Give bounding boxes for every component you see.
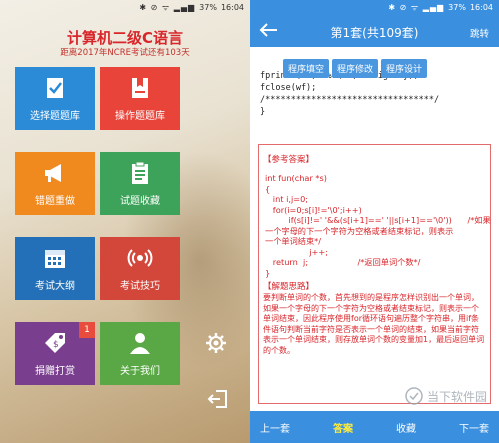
tile-label: 选择题题库	[30, 111, 80, 122]
code-line: for(i=0;s[i]!='\0';i++)	[265, 204, 362, 215]
code-line: 一个字母的下一个字符为空格或者结束标记，则表示	[265, 225, 454, 236]
watermark-text: 当下软件园	[426, 389, 487, 404]
tile-label: 错题重做	[35, 196, 75, 207]
check-book-icon	[42, 75, 68, 101]
code-line: /*********************************/	[260, 95, 440, 105]
battery-level: 37%	[199, 2, 217, 12]
status-bar: ✱ ⊘ ᯤ ▂▄▆ 37% 16:04	[0, 0, 250, 14]
set-title: 第1套(共109套)	[330, 26, 419, 40]
svg-text:$: $	[53, 340, 59, 350]
notification-badge: 1	[79, 322, 95, 338]
bookmark-book-icon	[127, 75, 153, 101]
question-type-tabs: 程序填空 程序修改 程序设计	[283, 59, 428, 78]
tile-wrong-redo[interactable]: 错题重做	[15, 152, 95, 215]
tile-label: 操作题题库	[115, 111, 165, 122]
question-detail-screen: ✱ ⊘ ᯤ ▂▄▆ 37% 16:04 第1套(共109套) 跳转 fprint…	[250, 0, 499, 443]
bottom-bar: 上一套 答案 收藏 下一套	[250, 411, 499, 443]
tab-modify[interactable]: 程序修改	[332, 59, 379, 78]
gear-icon[interactable]	[205, 332, 227, 354]
answer-panel: 【参考答案】 int fun(char *s) { int i,j=0; for…	[258, 144, 491, 404]
tile-about-us[interactable]: 关于我们	[100, 322, 180, 385]
next-set-button[interactable]: 下一套	[459, 420, 489, 435]
tile-label: 捐赠打赏	[35, 366, 75, 377]
tile-syllabus[interactable]: 考试大纲	[15, 237, 95, 300]
tab-fill-blank[interactable]: 程序填空	[283, 59, 330, 78]
answer-heading: 【参考答案】	[263, 155, 315, 165]
top-bar: ✱ ⊘ ᯤ ▂▄▆ 37% 16:04 第1套(共109套) 跳转	[250, 0, 499, 47]
watermark-logo-icon	[405, 387, 423, 405]
price-tag-icon: $	[42, 330, 68, 356]
code-line: int i,j=0;	[265, 194, 309, 204]
favorite-button[interactable]: 收藏	[396, 420, 416, 435]
watermark: 当下软件园	[405, 387, 487, 405]
prev-set-button[interactable]: 上一套	[260, 420, 290, 435]
tile-favorites[interactable]: 试题收藏	[100, 152, 180, 215]
status-bar: ✱ ⊘ ᯤ ▂▄▆ 37% 16:04	[250, 0, 499, 14]
broadcast-icon	[127, 245, 153, 271]
clock: 16:04	[469, 2, 493, 12]
code-line: {	[265, 183, 271, 194]
person-icon	[127, 330, 153, 356]
answer-button[interactable]: 答案	[333, 420, 353, 435]
tile-label: 试题收藏	[120, 196, 160, 207]
battery-level: 37%	[448, 2, 466, 12]
status-icons: ✱ ⊘ ᯤ ▂▄▆	[139, 2, 196, 12]
code-line: return j; /*返回单词个数*/	[265, 257, 421, 267]
tile-label: 考试技巧	[120, 281, 160, 292]
analysis-text: 要判断单词的个数，首先想到的是程序怎样识别出一个单词，如果一个字母的下一个字符为…	[263, 293, 485, 355]
code-line: if(s[i]!=' '&&(s[i+1]==' '||s[i+1]=='\0'…	[265, 215, 491, 225]
analysis-heading: 【解题思路】	[263, 282, 315, 292]
app-title: 计算机二级C语言	[66, 29, 183, 47]
clipboard-icon	[127, 160, 153, 186]
code-line: }	[260, 107, 266, 117]
megaphone-icon	[42, 160, 68, 186]
clock: 16:04	[220, 2, 244, 12]
jump-button[interactable]: 跳转	[470, 26, 489, 40]
tile-label: 关于我们	[120, 366, 160, 377]
tile-exam-tips[interactable]: 考试技巧	[100, 237, 180, 300]
code-line: int fun(char *s)	[265, 173, 327, 183]
code-line: 一个单词结束*/	[265, 236, 321, 246]
calendar-icon	[42, 245, 68, 271]
tab-design[interactable]: 程序设计	[381, 59, 428, 78]
tile-operation-bank[interactable]: 操作题题库	[100, 67, 180, 130]
home-screen: ✱ ⊘ ᯤ ▂▄▆ 37% 16:04 计算机二级C语言 距离2017年NCRE…	[0, 0, 250, 443]
exam-countdown: 距离2017年NCRE考试还有103天	[60, 48, 190, 58]
exit-icon[interactable]	[207, 388, 229, 410]
status-icons: ✱ ⊘ ᯤ ▂▄▆	[388, 2, 445, 12]
code-line: j++;	[265, 246, 328, 257]
code-line: fclose(wf);	[260, 83, 317, 93]
tile-label: 考试大纲	[35, 281, 75, 292]
tile-donate[interactable]: 1 $ 捐赠打赏	[15, 322, 95, 385]
answer-code: int fun(char *s) { int i,j=0; for(i=0;s[…	[265, 173, 491, 278]
code-line: }	[265, 267, 271, 278]
tile-choice-bank[interactable]: 选择题题库	[15, 67, 95, 130]
